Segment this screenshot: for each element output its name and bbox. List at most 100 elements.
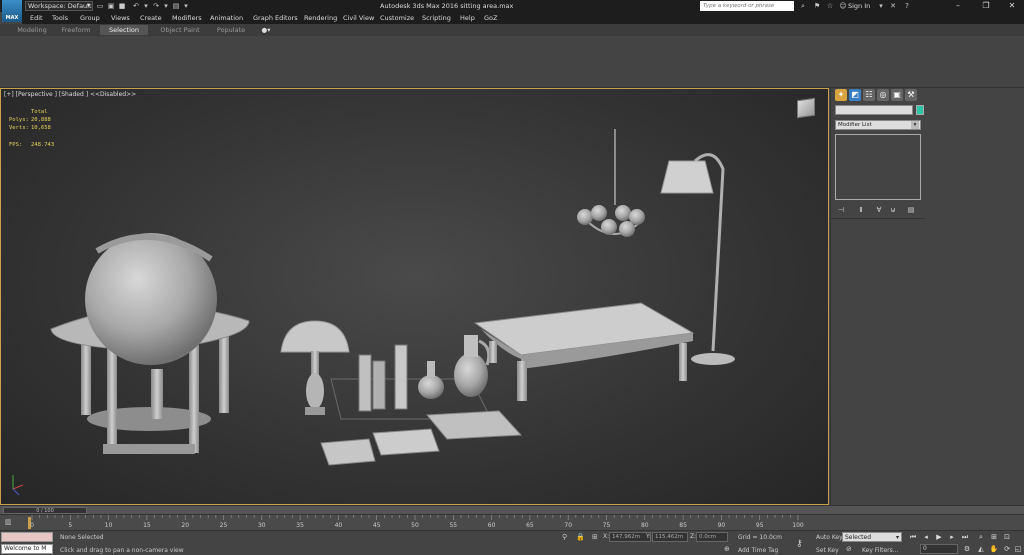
current-frame-field[interactable]: 0: [920, 544, 958, 554]
coffee-table-model[interactable]: [473, 302, 695, 401]
minimize-button[interactable]: –: [944, 0, 972, 12]
menu-views[interactable]: Views: [111, 14, 130, 22]
save-file-icon[interactable]: ■: [118, 2, 126, 10]
workspace-dropdown[interactable]: Workspace: Default: [25, 1, 93, 11]
menu-tools[interactable]: Tools: [52, 14, 68, 22]
subscription-icon[interactable]: ⚑: [812, 1, 822, 11]
menu-goz[interactable]: GoZ: [484, 14, 497, 22]
tab-object-paint[interactable]: Object Paint: [156, 25, 204, 35]
maximize-viewport-icon[interactable]: ◱: [1013, 544, 1023, 554]
menu-civil-view[interactable]: Civil View: [343, 14, 374, 22]
key-set-dropdown[interactable]: Selected: [842, 532, 902, 542]
undo-icon[interactable]: ↶: [132, 2, 140, 10]
viewcube[interactable]: [797, 97, 815, 119]
menu-rendering[interactable]: Rendering: [304, 14, 337, 22]
perspective-viewport[interactable]: [+] [Perspective ] [Shaded ] <<Disabled>…: [0, 88, 829, 505]
table-lamp-model[interactable]: [280, 320, 350, 415]
utilities-tab-icon[interactable]: ⚒: [905, 89, 917, 101]
make-unique-icon[interactable]: ∀: [873, 205, 885, 215]
viewport-label[interactable]: [+] [Perspective ] [Shaded ] <<Disabled>…: [4, 91, 136, 98]
time-slider-thumb[interactable]: 0 / 100: [3, 507, 87, 514]
hierarchy-tab-icon[interactable]: ☷: [863, 89, 875, 101]
selection-lock-icon[interactable]: 🔒: [576, 533, 585, 541]
zoom-all-icon[interactable]: ⊞: [989, 532, 999, 542]
chandelier-model[interactable]: [577, 129, 645, 237]
y-coordinate-field[interactable]: 115.462m: [652, 532, 688, 542]
zoom-icon[interactable]: ⌕: [976, 532, 986, 542]
menu-modifiers[interactable]: Modifiers: [172, 14, 202, 22]
close-button[interactable]: ✕: [998, 0, 1024, 12]
pan-view-icon[interactable]: ✋: [989, 544, 999, 554]
zoom-extents-icon[interactable]: ⊡: [1002, 532, 1012, 542]
tab-freeform[interactable]: Freeform: [56, 25, 96, 35]
key-filters-button[interactable]: Key Filters...: [862, 547, 899, 554]
open-file-icon[interactable]: ▣: [107, 2, 115, 10]
help-icon[interactable]: ?: [902, 1, 912, 11]
modifier-list-dropdown[interactable]: Modifier List: [835, 120, 921, 130]
redo-icon[interactable]: ↷: [152, 2, 160, 10]
tab-modeling[interactable]: Modeling: [12, 25, 52, 35]
quick-access-dropdown-icon[interactable]: ▾: [182, 2, 190, 10]
menu-help[interactable]: Help: [460, 14, 475, 22]
menu-graph-editors[interactable]: Graph Editors: [253, 14, 298, 22]
user-icon[interactable]: ☺: [838, 1, 848, 11]
z-coordinate-field[interactable]: 0.0cm: [696, 532, 728, 542]
books-model[interactable]: [358, 344, 408, 412]
display-tab-icon[interactable]: ▣: [891, 89, 903, 101]
modify-tab-icon[interactable]: ◩: [849, 89, 861, 101]
exchange-icon[interactable]: ✕: [888, 1, 898, 11]
ribbon-options-icon[interactable]: ●▾: [258, 25, 274, 35]
tab-selection[interactable]: Selection: [100, 25, 148, 35]
search-input[interactable]: [700, 1, 794, 11]
tab-populate[interactable]: Populate: [208, 25, 254, 35]
time-tag-icon[interactable]: ⊕: [724, 545, 730, 553]
auto-key-button[interactable]: Auto Key: [816, 534, 843, 541]
sign-in-button[interactable]: Sign In: [848, 2, 870, 10]
previous-frame-icon[interactable]: ◂: [921, 532, 931, 542]
play-icon[interactable]: ▶: [934, 532, 944, 542]
absolute-mode-icon[interactable]: ⊞: [592, 533, 598, 541]
menu-animation[interactable]: Animation: [210, 14, 243, 22]
motion-tab-icon[interactable]: ◎: [877, 89, 889, 101]
menu-edit[interactable]: Edit: [30, 14, 43, 22]
go-to-start-icon[interactable]: ⏮: [908, 532, 918, 542]
time-slider[interactable]: 0 / 100: [0, 505, 1024, 514]
project-folder-icon[interactable]: ▤: [172, 2, 180, 10]
mini-curve-editor-icon[interactable]: ▥: [5, 518, 17, 528]
maxscript-output[interactable]: Welcome to M: [1, 544, 53, 554]
pin-stack-icon[interactable]: ⊣: [835, 205, 847, 215]
new-file-icon[interactable]: ▭: [96, 2, 104, 10]
x-coordinate-field[interactable]: 147.962m: [609, 532, 651, 542]
undo-dropdown-icon[interactable]: ▾: [142, 2, 150, 10]
small-vase-model[interactable]: [418, 361, 444, 399]
field-of-view-icon[interactable]: ◭: [976, 544, 986, 554]
go-to-end-icon[interactable]: ⏭: [960, 532, 970, 542]
maxscript-listener[interactable]: [1, 532, 53, 542]
show-end-result-icon[interactable]: Ⅱ: [855, 205, 867, 215]
add-time-tag-button[interactable]: Add Time Tag: [738, 547, 778, 554]
menu-group[interactable]: Group: [80, 14, 100, 22]
communication-icon[interactable]: ☆: [825, 1, 835, 11]
modifier-stack[interactable]: [835, 134, 921, 200]
application-button[interactable]: MAX: [2, 0, 22, 22]
redo-dropdown-icon[interactable]: ▾: [162, 2, 170, 10]
isolate-selection-icon[interactable]: ⚲: [562, 533, 567, 541]
tall-vase-model[interactable]: [454, 335, 491, 397]
orbit-icon[interactable]: ⟳: [1002, 544, 1012, 554]
menu-customize[interactable]: Customize: [380, 14, 414, 22]
object-name-field[interactable]: [835, 105, 913, 115]
key-icon[interactable]: ⚷: [796, 539, 803, 549]
key-mode-icon[interactable]: ⊘: [846, 545, 852, 553]
search-icon[interactable]: ⌕: [798, 1, 808, 11]
set-key-button[interactable]: Set Key: [816, 547, 839, 554]
menu-create[interactable]: Create: [140, 14, 162, 22]
time-config-icon[interactable]: ⚙: [962, 544, 972, 554]
menu-scripting[interactable]: Scripting: [422, 14, 451, 22]
track-bar[interactable]: ▥ 0 5 10 15 20 25 30 35 40 45 50 55 60 65 70 75 80 85 90 95…: [0, 514, 1024, 530]
configure-sets-icon[interactable]: ▤: [905, 205, 917, 215]
object-color-swatch[interactable]: [916, 105, 924, 115]
next-frame-icon[interactable]: ▸: [947, 532, 957, 542]
globe-model[interactable]: [50, 233, 250, 454]
maximize-button[interactable]: ❐: [972, 0, 1000, 12]
remove-modifier-icon[interactable]: ⊎: [887, 205, 899, 215]
